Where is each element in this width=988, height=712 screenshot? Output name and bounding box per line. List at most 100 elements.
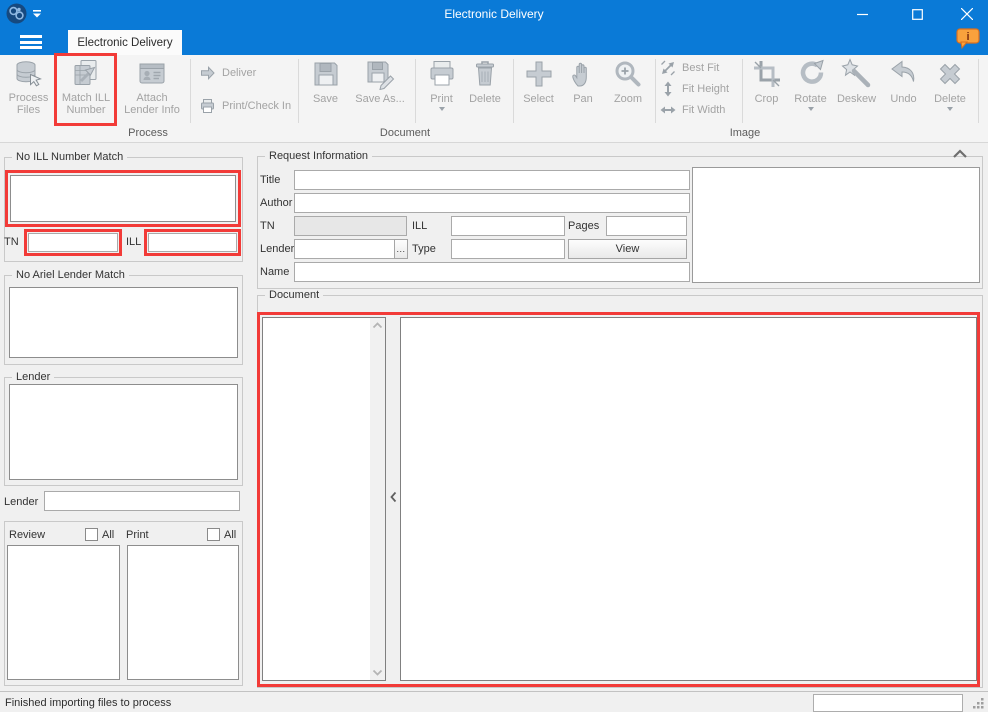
- review-label: Review: [9, 529, 45, 541]
- arrow-right-icon: [199, 65, 216, 81]
- button-label: Rotate: [789, 93, 832, 105]
- author-input[interactable]: [294, 193, 690, 213]
- minimize-button[interactable]: [842, 0, 882, 28]
- pan-button[interactable]: Pan: [562, 57, 604, 117]
- zoom-button[interactable]: Zoom: [606, 57, 650, 117]
- ribbon-group-label-process: Process: [98, 127, 198, 139]
- deskew-button[interactable]: Deskew: [833, 57, 880, 117]
- main-menu-button[interactable]: [8, 30, 62, 55]
- ribbon-separator: [513, 59, 514, 123]
- button-label: Print: [420, 93, 463, 105]
- ribbon-separator: [190, 59, 191, 123]
- ribbon: Process Files Match ILL Number Attach Le…: [0, 55, 988, 143]
- chevron-up-icon: [951, 148, 969, 159]
- ribbon-separator: [742, 59, 743, 123]
- delete-document-button[interactable]: Delete: [462, 57, 508, 117]
- request-notes-box[interactable]: [692, 167, 980, 283]
- group-title: No ILL Number Match: [12, 151, 127, 163]
- minimize-icon: [857, 9, 868, 20]
- floppy-disk-icon: [310, 58, 342, 90]
- button-label: Fit Width: [682, 104, 725, 116]
- fit-width-button[interactable]: Fit Width: [660, 101, 725, 119]
- view-button[interactable]: View: [568, 239, 687, 259]
- type-input[interactable]: [451, 239, 565, 259]
- select-button[interactable]: Select: [517, 57, 560, 117]
- lender-req-label: Lender: [260, 243, 294, 255]
- lender-list[interactable]: [9, 384, 238, 480]
- info-bubble-icon: i: [956, 28, 980, 50]
- button-label: Attach Lender Info: [122, 92, 182, 116]
- database-cursor-icon: [13, 58, 45, 90]
- print-check-in-button[interactable]: Print/Check In: [199, 97, 291, 115]
- print-all-checkbox[interactable]: [207, 528, 220, 541]
- no-ariel-lender-list[interactable]: [9, 287, 238, 358]
- name-input[interactable]: [294, 262, 690, 282]
- annotation-box-tn-input: [24, 229, 122, 256]
- plus-cross-icon: [523, 58, 555, 90]
- name-label: Name: [260, 266, 289, 278]
- status-bar: Finished importing files to process: [0, 691, 988, 712]
- hamburger-icon: [20, 35, 42, 38]
- x-cross-icon: [934, 58, 966, 90]
- collapse-group-button[interactable]: [951, 148, 973, 162]
- button-label: Crop: [746, 93, 787, 105]
- magic-wand-icon: [841, 58, 873, 90]
- review-all-checkbox[interactable]: [85, 528, 98, 541]
- print-all-label: All: [224, 529, 236, 541]
- button-label: Undo: [883, 93, 924, 105]
- process-files-button[interactable]: Process Files: [5, 57, 52, 125]
- crop-button[interactable]: Crop: [746, 57, 787, 117]
- title-input[interactable]: [294, 170, 690, 190]
- undo-button[interactable]: Undo: [883, 57, 924, 117]
- attach-lender-info-button[interactable]: Attach Lender Info: [122, 57, 182, 125]
- review-list[interactable]: [7, 545, 120, 680]
- delete-image-button[interactable]: Delete: [926, 57, 974, 117]
- review-all-label: All: [102, 529, 114, 541]
- lender-input[interactable]: [44, 491, 240, 511]
- pages-input[interactable]: [606, 216, 687, 236]
- floppy-pencil-icon: [364, 58, 396, 90]
- view-button-label: View: [616, 243, 640, 255]
- group-title: Request Information: [265, 150, 372, 162]
- ribbon-group-label-document: Document: [355, 127, 455, 139]
- rotate-button[interactable]: Rotate: [789, 57, 832, 117]
- crop-frame-icon: [751, 58, 783, 90]
- titlebar: Electronic Delivery: [0, 0, 988, 30]
- lender-req-input[interactable]: [294, 239, 395, 259]
- window-title: Electronic Delivery: [0, 7, 988, 21]
- button-label: Delete: [926, 93, 974, 105]
- svg-text:i: i: [966, 31, 969, 43]
- ribbon-separator: [415, 59, 416, 123]
- deliver-button[interactable]: Deliver: [199, 64, 256, 82]
- printer-icon: [426, 58, 458, 90]
- ribbon-group-label-image: Image: [695, 127, 795, 139]
- ribbon-separator: [298, 59, 299, 123]
- help-bubble-button[interactable]: i: [956, 28, 980, 50]
- print-list[interactable]: [127, 545, 239, 680]
- print-button[interactable]: Print: [420, 57, 463, 117]
- ribbon-separator: [978, 59, 979, 123]
- contact-card-icon: [136, 58, 168, 90]
- save-as-button[interactable]: Save As...: [349, 57, 411, 117]
- maximize-button[interactable]: [897, 0, 937, 28]
- lender-browse-button[interactable]: ...: [394, 239, 408, 259]
- best-fit-button[interactable]: Best Fit: [660, 59, 719, 77]
- button-label: Print/Check In: [222, 100, 291, 112]
- status-message: Finished importing files to process: [5, 697, 171, 709]
- fit-height-button[interactable]: Fit Height: [660, 80, 729, 98]
- pages-label: Pages: [568, 220, 599, 232]
- resize-grip-icon[interactable]: [971, 696, 985, 710]
- group-title: No Ariel Lender Match: [12, 269, 129, 281]
- group-title: Document: [265, 289, 323, 301]
- vertical-arrows-icon: [660, 81, 676, 97]
- ill-field-input[interactable]: [451, 216, 565, 236]
- button-label: Pan: [562, 93, 604, 105]
- save-button[interactable]: Save: [303, 57, 348, 117]
- close-button[interactable]: [947, 0, 987, 28]
- tn-field-label: TN: [260, 220, 275, 232]
- button-label: Save As...: [349, 93, 411, 105]
- group-title: Lender: [12, 371, 54, 383]
- application-window: Electronic Delivery Electronic Delivery …: [0, 0, 988, 712]
- review-print-panel: Review All Print All: [4, 521, 243, 686]
- tab-electronic-delivery[interactable]: Electronic Delivery: [68, 30, 182, 55]
